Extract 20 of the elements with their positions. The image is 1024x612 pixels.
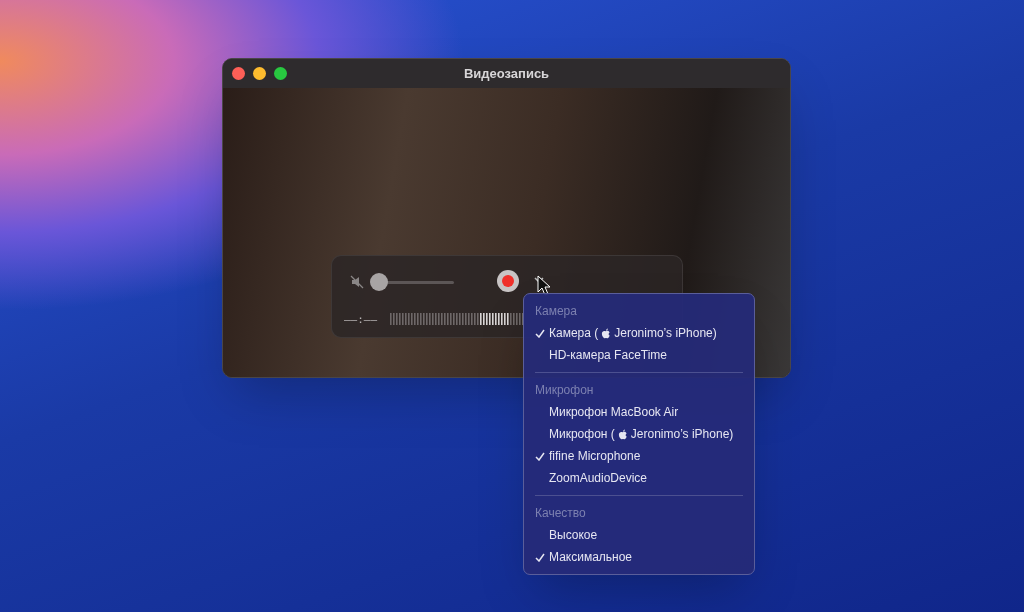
section-heading: Качество [535, 505, 586, 522]
menu-item[interactable]: Максимальное [549, 548, 633, 566]
section-heading: Микрофон [535, 382, 594, 399]
mouse-pointer-icon [537, 275, 551, 296]
menu-item[interactable]: Микрофон MacBook Air [549, 403, 679, 421]
menu-item[interactable]: ZoomAudioDevice [549, 469, 648, 487]
record-button[interactable] [497, 270, 519, 292]
close-button[interactable] [232, 67, 245, 80]
time-display: ––:–– [344, 312, 378, 328]
window-title: Видеозапись [463, 64, 550, 83]
speaker-muted-icon[interactable] [350, 275, 364, 289]
menu-item[interactable]: Камера ( Jeronimo’s iPhone) [549, 324, 717, 342]
minimize-button[interactable] [253, 67, 266, 80]
menu-item[interactable]: HD-камера FaceTime [549, 346, 668, 364]
menu-item[interactable]: Микрофон ( Jeronimo’s iPhone) [549, 425, 734, 443]
zoom-button[interactable] [274, 67, 287, 80]
menu-item[interactable]: fifine Microphone [549, 447, 641, 465]
volume-slider[interactable] [370, 273, 454, 291]
menu-item[interactable]: Высокое [549, 526, 598, 544]
section-heading: Камера [535, 303, 577, 320]
